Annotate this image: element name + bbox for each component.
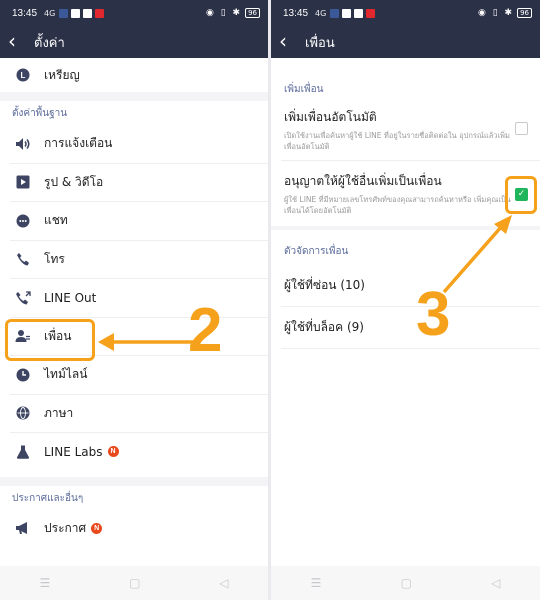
section-divider bbox=[0, 92, 268, 101]
app-notification-icon bbox=[342, 8, 352, 18]
settings-item-chat[interactable]: แชท bbox=[0, 202, 268, 240]
globe-icon bbox=[14, 404, 32, 422]
battery-icon: 96 bbox=[245, 8, 260, 18]
play-icon bbox=[14, 173, 32, 191]
settings-item-label: ไทม์ไลน์ bbox=[44, 367, 88, 382]
section-header-add-friends: เพิ่มเพื่อน bbox=[284, 84, 324, 95]
arrow-icon bbox=[98, 333, 196, 351]
setting-auto-add-friends[interactable]: เพิ่มเพื่อนอัตโนมัติ เปิดใช้งานเพื่อค้นห… bbox=[271, 108, 540, 160]
new-badge: N bbox=[107, 446, 119, 458]
menu-icon[interactable]: ☰ bbox=[311, 576, 322, 590]
settings-item-label: รูป & วิดีโอ bbox=[44, 174, 104, 189]
arrow-icon bbox=[442, 215, 512, 294]
highlight-friends-box bbox=[5, 319, 95, 361]
home-icon[interactable]: ▢ bbox=[401, 576, 412, 590]
app-notification-icon bbox=[95, 8, 105, 18]
section-header-basic: ตั้งค่าพื้นฐาน bbox=[12, 108, 68, 119]
settings-item-photos-videos[interactable]: รูป & วิดีโอ bbox=[0, 164, 268, 202]
settings-item-label: LINE Labs bbox=[44, 444, 103, 459]
back-icon[interactable]: ◁ bbox=[491, 576, 500, 590]
auto-add-checkbox[interactable] bbox=[515, 122, 528, 135]
header: ‹ ตั้งค่า bbox=[0, 26, 268, 58]
page-title: ตั้งค่า bbox=[34, 35, 65, 51]
system-status-icons: ◉ ▯ ✱ bbox=[206, 8, 243, 18]
row-divider bbox=[281, 348, 540, 349]
setting-title: เพิ่มเพื่อนอัตโนมัติ bbox=[284, 110, 377, 124]
app-notification-icon bbox=[354, 8, 364, 18]
settings-item-line-labs[interactable]: LINE Labs N bbox=[0, 433, 268, 471]
settings-item-announcements[interactable]: ประกาศ N bbox=[0, 510, 268, 548]
flask-icon bbox=[14, 443, 32, 461]
android-nav-bar: ☰ ▢ ◁ bbox=[271, 566, 540, 600]
back-icon[interactable]: ◁ bbox=[219, 576, 228, 590]
clock-icon bbox=[14, 366, 32, 384]
section-divider bbox=[0, 476, 268, 486]
back-arrow-icon[interactable]: ‹ bbox=[8, 31, 30, 51]
settings-item-coins[interactable]: L เหรียญ bbox=[0, 58, 268, 92]
settings-screen: 13:45 4G ◉ ▯ ✱ 96 ‹ ตั้งค่า L เหรียญ ตั้… bbox=[0, 0, 268, 600]
chat-icon bbox=[14, 212, 32, 230]
settings-item-label: LINE Out bbox=[44, 290, 97, 305]
settings-item-calls[interactable]: โทร bbox=[0, 241, 268, 279]
settings-item-label: การแจ้งเตือน bbox=[44, 136, 113, 151]
app-notification-icon bbox=[71, 8, 81, 18]
settings-item-label: ภาษา bbox=[44, 405, 74, 420]
highlight-checkbox-box bbox=[505, 176, 537, 214]
settings-item-label: โทร bbox=[44, 251, 65, 266]
app-notification-icon bbox=[366, 8, 376, 18]
menu-icon[interactable]: ☰ bbox=[39, 576, 50, 590]
app-notification-icon bbox=[330, 8, 340, 18]
signal-text: 4G bbox=[44, 8, 56, 18]
settings-item-language[interactable]: ภาษา bbox=[0, 395, 268, 433]
megaphone-icon bbox=[14, 519, 32, 537]
new-badge: N bbox=[91, 522, 103, 534]
android-nav-bar: ☰ ▢ ◁ bbox=[0, 566, 268, 600]
signal-text: 4G bbox=[315, 8, 327, 18]
settings-item-label: แชท bbox=[44, 213, 68, 228]
battery-icon: 96 bbox=[517, 8, 532, 18]
speaker-icon bbox=[14, 135, 32, 153]
step-number-2: 2 bbox=[188, 296, 223, 365]
section-header-news: ประกาศและอื่นๆ bbox=[12, 492, 84, 504]
blocked-users-item[interactable]: ผู้ใช้ที่บล็อค (9) bbox=[271, 307, 540, 348]
status-time: 13:45 bbox=[283, 7, 309, 19]
status-time: 13:45 bbox=[12, 7, 38, 19]
setting-description: เปิดใช้งานเพื่อค้นหาผู้ใช้ LINE ที่อยู่ใ… bbox=[284, 131, 510, 151]
status-bar: 13:45 4G ◉ ▯ ✱ 96 bbox=[271, 0, 540, 26]
svg-text:L: L bbox=[21, 71, 26, 80]
app-notification-icon bbox=[59, 8, 69, 18]
system-status-icons: ◉ ▯ ✱ bbox=[478, 8, 515, 18]
app-notification-icon bbox=[83, 8, 93, 18]
page-title: เพื่อน bbox=[305, 35, 335, 51]
settings-item-notifications[interactable]: การแจ้งเตือน bbox=[0, 125, 268, 163]
phone-icon bbox=[14, 250, 32, 268]
back-arrow-icon[interactable]: ‹ bbox=[279, 31, 301, 51]
settings-item-label: ประกาศ bbox=[44, 520, 87, 535]
row-divider bbox=[281, 160, 540, 161]
coin-icon: L bbox=[14, 66, 32, 84]
settings-item-label: เหรียญ bbox=[44, 67, 80, 82]
header: ‹ เพื่อน bbox=[271, 26, 540, 58]
status-bar: 13:45 4G ◉ ▯ ✱ 96 bbox=[0, 0, 268, 26]
home-icon[interactable]: ▢ bbox=[129, 576, 140, 590]
line-out-phone-icon bbox=[14, 289, 32, 307]
settings-item-line-out[interactable]: LINE Out bbox=[0, 279, 268, 317]
friends-settings-screen: 13:45 4G ◉ ▯ ✱ 96 ‹ เพื่อน เพิ่มเพื่อน เ… bbox=[271, 0, 540, 600]
setting-title: อนุญาตให้ผู้ใช้อื่นเพิ่มเป็นเพื่อน bbox=[284, 174, 442, 188]
step-number-3: 3 bbox=[416, 280, 451, 349]
